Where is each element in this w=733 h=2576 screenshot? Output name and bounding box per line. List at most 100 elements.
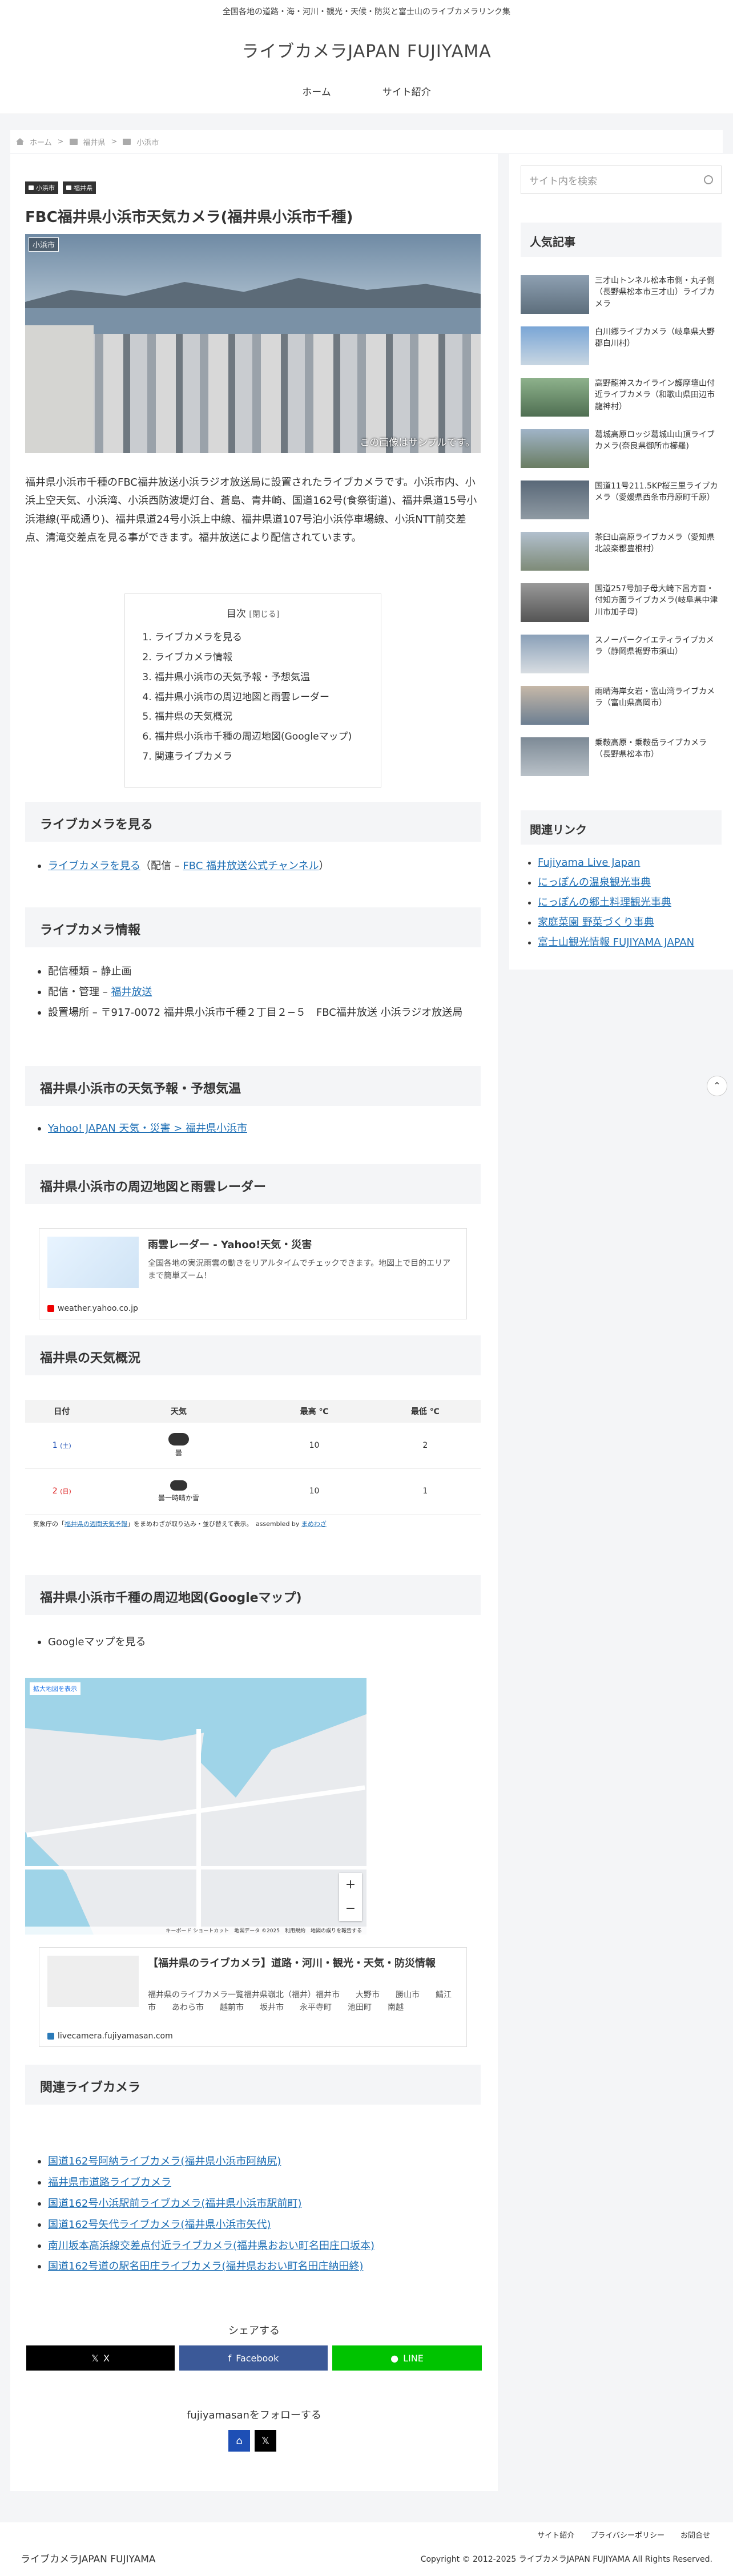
sidebar-link[interactable]: にっぽんの郷土料理観光事典 bbox=[538, 897, 671, 909]
footer-about-link[interactable]: サイト紹介 bbox=[537, 2529, 574, 2540]
search-icon[interactable] bbox=[704, 175, 713, 184]
toc-item[interactable]: 福井県小浜市の天気予報・予想気温 bbox=[155, 668, 364, 688]
radar-link-card[interactable]: 雨雲レーダー - Yahoo!天気・災害 全国各地の実況雨雲の動きをリアルタイム… bbox=[39, 1228, 467, 1319]
list-item[interactable]: 雨晴海岸女岩・富山湾ライブカメラ（富山県高岡市） bbox=[521, 679, 722, 730]
list-item[interactable]: スノーパークイエティライブカメラ（静岡県裾野市須山） bbox=[521, 628, 722, 679]
breadcrumb: ホーム > 福井県 > 小浜市 bbox=[10, 130, 723, 153]
x-icon: 𝕏 bbox=[91, 2352, 99, 2364]
share-x-button[interactable]: 𝕏X bbox=[26, 2345, 175, 2371]
follow-x-button[interactable]: 𝕏 bbox=[255, 2430, 276, 2452]
breadcrumb-home[interactable]: ホーム bbox=[30, 136, 52, 147]
list-item: 富士山観光情報 FUJIYAMA JAPAN bbox=[538, 932, 722, 952]
sidebar-link[interactable]: 富士山観光情報 FUJIYAMA JAPAN bbox=[538, 936, 694, 948]
thumbnail bbox=[521, 378, 589, 417]
card-title: 【福井県のライブカメラ】道路・河川・観光・天気・防災情報 bbox=[148, 1957, 436, 1969]
fukui-broadcasting-link[interactable]: 福井放送 bbox=[111, 986, 152, 998]
line-icon: ● bbox=[390, 2352, 399, 2364]
folder-icon bbox=[29, 185, 34, 190]
thumbnail bbox=[521, 686, 589, 725]
card-title: 雨雲レーダー - Yahoo!天気・災害 bbox=[148, 1239, 312, 1251]
enlarge-map-link[interactable]: 拡大地図を表示 bbox=[30, 1682, 80, 1695]
nav-home[interactable]: ホーム bbox=[302, 84, 331, 98]
radar-thumbnail bbox=[47, 1237, 139, 1288]
x-icon: 𝕏 bbox=[261, 2434, 270, 2447]
list-item[interactable]: 国道257号加子母大崎下呂方面・付知方面ライブカメラ(岐阜県中津川市加子母) bbox=[521, 576, 722, 628]
footer-privacy-link[interactable]: プライバシーポリシー bbox=[590, 2529, 664, 2540]
list-item: 国道162号阿納ライブカメラ(福井県小浜市阿納尻) bbox=[25, 2151, 481, 2173]
list-item: にっぽんの郷土料理観光事典 bbox=[538, 893, 722, 912]
table-row: 1 (土) 曇 10 2 bbox=[25, 1423, 481, 1469]
follow-home-button[interactable]: ⌂ bbox=[228, 2430, 250, 2452]
cloud-sun-snow-icon bbox=[170, 1480, 187, 1491]
watch-list: ライブカメラを見る（配信 – FBC 福井放送公式チャンネル） bbox=[25, 856, 481, 877]
zoom-out-button[interactable]: − bbox=[339, 1897, 362, 1921]
heading-related: 関連ライブカメラ bbox=[25, 2065, 481, 2105]
nav-about[interactable]: サイト紹介 bbox=[382, 84, 431, 98]
chevron-up-icon: ⌃ bbox=[713, 1080, 721, 1091]
watch-link[interactable]: ライブカメラを見る bbox=[48, 860, 140, 872]
list-item[interactable]: 葛城高原ロッジ葛城山山頂ライブカメラ(奈良県御所市櫛羅) bbox=[521, 422, 722, 474]
list-item[interactable]: 三才山トンネル松本市側・丸子側（長野県松本市三才山）ライブカメラ bbox=[521, 268, 722, 320]
zoom-in-button[interactable]: + bbox=[339, 1873, 362, 1897]
related-link[interactable]: 福井県市道路ライブカメラ bbox=[48, 2177, 171, 2189]
jma-link[interactable]: 福井県の週間天気予報 bbox=[65, 1520, 127, 1528]
list-item: Fujiyama Live Japan bbox=[538, 853, 722, 873]
breadcrumb-obama[interactable]: 小浜市 bbox=[136, 136, 159, 147]
related-link[interactable]: 国道162号道の駅名田庄ライブカメラ(福井県おおい町名田庄納田終) bbox=[48, 2260, 363, 2272]
yahoo-weather-link[interactable]: Yahoo! JAPAN 天気・災害 > 福井県小浜市 bbox=[48, 1123, 247, 1134]
category-badges: 小浜市 福井県 bbox=[25, 181, 96, 194]
links-widget: 関連リンク Fujiyama Live Japan にっぽんの温泉観光事典 にっ… bbox=[509, 793, 733, 970]
list-item: 家庭菜園 野菜づくり事典 bbox=[538, 912, 722, 932]
related-link[interactable]: 国道162号阿納ライブカメラ(福井県小浜市阿納尻) bbox=[48, 2155, 281, 2167]
toc-toggle[interactable]: [閉じる] bbox=[249, 610, 279, 619]
heading-overview: 福井県の天気概況 bbox=[25, 1335, 481, 1375]
fujiyama-link-card[interactable]: 【福井県のライブカメラ】道路・河川・観光・天気・防災情報 福井県のライブカメラ一… bbox=[39, 1947, 467, 2047]
footer-contact-link[interactable]: お問合せ bbox=[680, 2529, 710, 2540]
category-badge[interactable]: 小浜市 bbox=[25, 181, 58, 194]
footer-site-title[interactable]: ライブカメラJAPAN FUJIYAMA bbox=[21, 2551, 156, 2565]
scroll-to-top-button[interactable]: ⌃ bbox=[707, 1076, 727, 1096]
sidebar-link[interactable]: Fujiyama Live Japan bbox=[538, 857, 640, 869]
related-link[interactable]: 国道162号矢代ライブカメラ(福井県小浜市矢代) bbox=[48, 2219, 271, 2231]
links-heading: 関連リンク bbox=[521, 810, 722, 845]
list-item: ライブカメラを見る（配信 – FBC 福井放送公式チャンネル） bbox=[25, 856, 481, 877]
heading-gmap: 福井県小浜市千種の周辺地図(Googleマップ) bbox=[25, 1575, 481, 1615]
hero-category-tag[interactable]: 小浜市 bbox=[29, 237, 59, 252]
related-link[interactable]: 国道162号小浜駅前ライブカメラ(福井県小浜市駅前町) bbox=[48, 2198, 301, 2210]
list-item[interactable]: 国道11号211.5KP桜三里ライブカメラ（愛媛県西条市丹原町千原） bbox=[521, 474, 722, 525]
share-line-button[interactable]: ● LINE bbox=[332, 2345, 482, 2371]
toc-item[interactable]: 関連ライブカメラ bbox=[155, 747, 364, 767]
toc-item[interactable]: ライブカメラ情報 bbox=[155, 648, 364, 668]
related-list: 国道162号阿納ライブカメラ(福井県小浜市阿納尻) 福井県市道路ライブカメラ 国… bbox=[25, 2151, 481, 2278]
fbc-channel-link[interactable]: FBC 福井放送公式チャンネル bbox=[183, 860, 319, 872]
follow-title: fujiyamasanをフォローする bbox=[187, 2409, 321, 2421]
search-input[interactable]: サイト内を検索 bbox=[521, 165, 722, 194]
list-item[interactable]: 白川郷ライブカメラ（岐阜県大野郡白川村） bbox=[521, 320, 722, 371]
sidebar-link[interactable]: 家庭菜園 野菜づくり事典 bbox=[538, 916, 654, 928]
hero-sample-note: この画像はサンプルです。 bbox=[360, 437, 475, 449]
thumbnail bbox=[521, 429, 589, 468]
share-facebook-button[interactable]: f Facebook bbox=[179, 2345, 328, 2371]
related-link[interactable]: 南川坂本高浜線交差点付近ライブカメラ(福井県おおい町名田庄口坂本) bbox=[48, 2240, 374, 2252]
thumbnail bbox=[521, 481, 589, 519]
forecast-list: Yahoo! JAPAN 天気・災害 > 福井県小浜市 bbox=[25, 1119, 481, 1139]
col-high: 最高 ℃ bbox=[259, 1400, 370, 1423]
list-item[interactable]: 茶臼山高原ライブカメラ（愛知県北設楽郡豊根村） bbox=[521, 525, 722, 576]
mamewaza-link[interactable]: まめわざ bbox=[301, 1520, 327, 1528]
site-title[interactable]: ライブカメラJAPAN FUJIYAMA bbox=[0, 23, 733, 62]
category-badge[interactable]: 福井県 bbox=[63, 181, 96, 194]
heading-info: ライブカメラ情報 bbox=[25, 907, 481, 947]
sidebar-link[interactable]: にっぽんの温泉観光事典 bbox=[538, 877, 651, 889]
toc-item[interactable]: 福井県の天気概況 bbox=[155, 707, 364, 727]
list-item[interactable]: 高野龍神スカイライン護摩壇山付近ライブカメラ（和歌山県田辺市龍神村） bbox=[521, 371, 722, 422]
breadcrumb-fukui[interactable]: 福井県 bbox=[83, 136, 106, 147]
toc-item[interactable]: 福井県小浜市の周辺地図と雨雲レーダー bbox=[155, 688, 364, 708]
toc-item[interactable]: 福井県小浜市千種の周辺地図(Googleマップ) bbox=[155, 727, 364, 747]
site-favicon-icon bbox=[47, 2033, 54, 2040]
table-row: 2 (日) 曇一時晴か雪 10 1 bbox=[25, 1468, 481, 1515]
global-nav: ホーム サイト紹介 bbox=[0, 68, 733, 114]
toc-item[interactable]: ライブカメラを見る bbox=[155, 628, 364, 648]
google-map[interactable]: 拡大地図を表示 + − キーボード ショートカット 地図データ ©2025 利用規… bbox=[25, 1678, 366, 1935]
list-item: Yahoo! JAPAN 天気・災害 > 福井県小浜市 bbox=[25, 1119, 481, 1139]
list-item[interactable]: 乗鞍高原・乗鞍岳ライブカメラ（長野県松本市） bbox=[521, 730, 722, 782]
